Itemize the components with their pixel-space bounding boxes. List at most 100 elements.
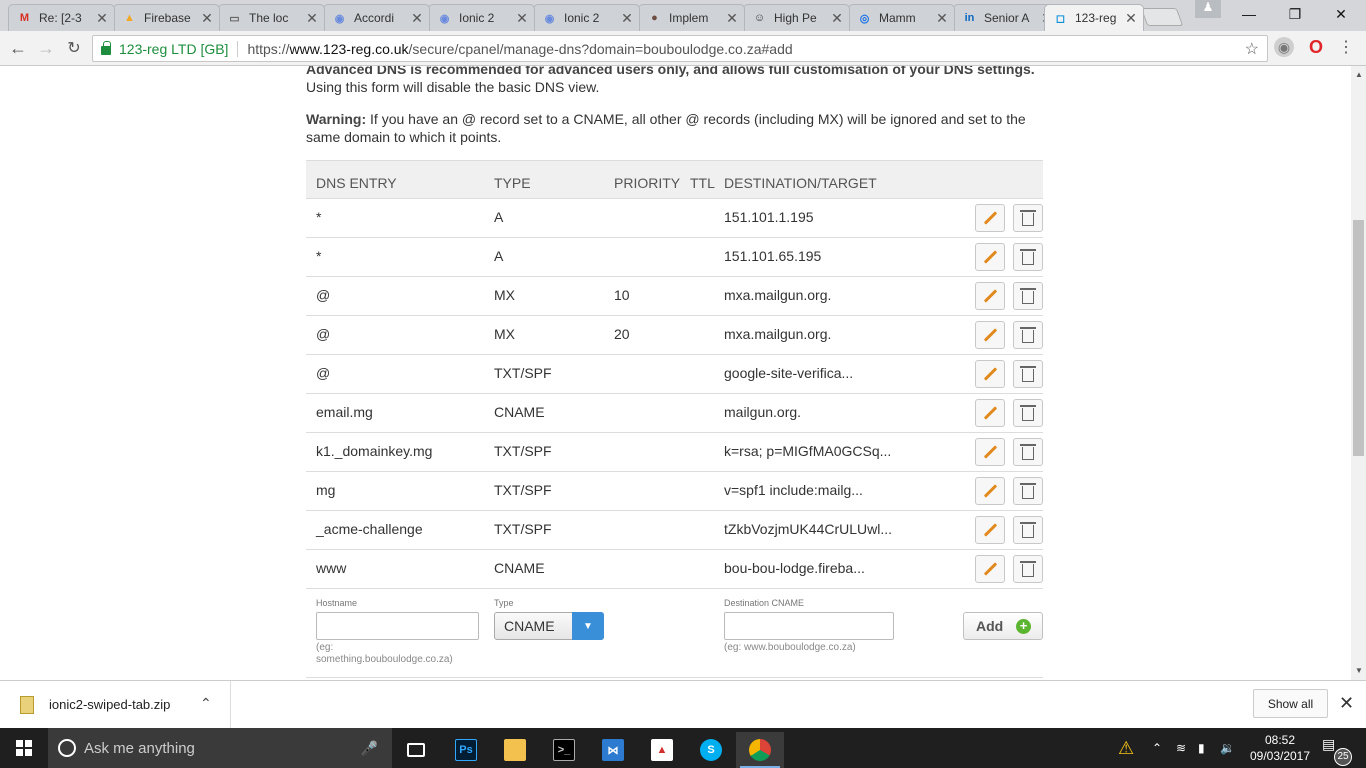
type-select[interactable]: CNAME ▼	[494, 612, 604, 640]
add-record-button[interactable]: Add +	[963, 612, 1043, 640]
cortana-search-box[interactable]: Ask me anything 🎤	[48, 728, 392, 768]
browser-tab[interactable]: ▲ Firebase ✕	[113, 4, 220, 31]
close-tab-icon[interactable]: ✕	[94, 10, 110, 27]
minimize-button[interactable]: —	[1226, 0, 1272, 28]
delete-record-button[interactable]	[1013, 282, 1043, 310]
address-bar[interactable]: 123-reg LTD [GB] https://www.123-reg.co.…	[92, 35, 1268, 62]
chrome-icon[interactable]	[736, 732, 784, 768]
table-row: @ MX 20 mxa.mailgun.org.	[306, 316, 1043, 355]
hostname-input[interactable]	[316, 612, 479, 640]
scrollbar-thumb[interactable]	[1353, 220, 1364, 456]
pdf-reader-icon[interactable]: ▲	[638, 732, 686, 768]
browser-tab[interactable]: ◉ Accordi ✕	[323, 4, 430, 31]
file-explorer-icon[interactable]	[491, 732, 539, 768]
browser-tab[interactable]: ◉ Ionic 2 ✕	[533, 4, 640, 31]
delete-record-button[interactable]	[1013, 360, 1043, 388]
scroll-up-icon[interactable]: ▲	[1355, 70, 1363, 79]
system-clock[interactable]: 08:52 09/03/2017	[1248, 732, 1312, 764]
edit-record-button[interactable]	[975, 399, 1005, 427]
browser-tab[interactable]: ☺ High Pe ✕	[743, 4, 850, 31]
opera-extension-icon[interactable]: O	[1306, 37, 1326, 57]
delete-record-button[interactable]	[1013, 477, 1043, 505]
battery-icon[interactable]: ▮	[1198, 728, 1205, 768]
edit-record-button[interactable]	[975, 282, 1005, 310]
skype-icon[interactable]: S	[687, 732, 735, 768]
row-type: TXT/SPF	[494, 482, 552, 498]
show-all-button[interactable]: Show all	[1253, 689, 1328, 718]
new-tab-button[interactable]	[1140, 8, 1184, 26]
close-tab-icon[interactable]: ✕	[1123, 10, 1139, 27]
destination-input[interactable]	[724, 612, 894, 640]
scroll-down-icon[interactable]: ▼	[1355, 666, 1363, 675]
close-tab-icon[interactable]: ✕	[409, 10, 425, 27]
warning-tray-icon[interactable]: ⚠	[1118, 728, 1134, 768]
row-dns-entry: *	[316, 248, 322, 264]
forward-icon[interactable]: →	[34, 36, 58, 60]
close-tab-icon[interactable]: ✕	[724, 10, 740, 27]
reload-icon[interactable]: ↻	[62, 36, 86, 60]
browser-tab[interactable]: ▭ The loc ✕	[218, 4, 325, 31]
browser-tab[interactable]: ◻ 123-reg ✕	[1044, 4, 1144, 31]
edit-record-button[interactable]	[975, 360, 1005, 388]
destination-label: Destination CNAME	[724, 598, 805, 608]
delete-record-button[interactable]	[1013, 438, 1043, 466]
row-dns-entry: mg	[316, 482, 336, 498]
close-tab-icon[interactable]: ✕	[934, 10, 950, 27]
command-prompt-icon[interactable]: >_	[540, 732, 588, 768]
row-type: MX	[494, 326, 515, 342]
row-dns-entry: *	[316, 209, 322, 225]
wifi-icon[interactable]: ≋	[1176, 728, 1186, 768]
trash-icon	[1020, 327, 1036, 343]
row-type: MX	[494, 287, 515, 303]
edit-record-button[interactable]	[975, 243, 1005, 271]
start-button[interactable]	[0, 728, 48, 768]
back-icon[interactable]: ←	[6, 36, 30, 60]
chrome-menu-icon[interactable]: ⋮	[1336, 37, 1356, 57]
table-body: * A 151.101.1.195 * A 151.101.65.195 @ MX 10 mxa.…	[306, 199, 1043, 589]
intro-text: Advanced DNS is recommended for advanced…	[306, 66, 1035, 95]
close-tab-icon[interactable]: ✕	[829, 10, 845, 27]
photoshop-icon[interactable]: Ps	[442, 732, 490, 768]
extension-globe-icon[interactable]: ◉	[1274, 37, 1294, 57]
delete-record-button[interactable]	[1013, 321, 1043, 349]
delete-record-button[interactable]	[1013, 204, 1043, 232]
edit-record-button[interactable]	[975, 477, 1005, 505]
maximize-button[interactable]: ❐	[1272, 0, 1318, 28]
edit-record-button[interactable]	[975, 438, 1005, 466]
delete-record-button[interactable]	[1013, 243, 1043, 271]
chevron-down-icon: ▼	[572, 612, 604, 640]
close-window-button[interactable]: ✕	[1318, 0, 1364, 28]
close-tab-icon[interactable]: ✕	[619, 10, 635, 27]
url-text: https://www.123-reg.co.uk/secure/cpanel/…	[247, 40, 793, 57]
browser-tab[interactable]: ◎ Mamm ✕	[848, 4, 955, 31]
browser-tab[interactable]: M Re: [2-3 ✕	[8, 4, 115, 31]
bookmark-star-icon[interactable]: ☆	[1245, 39, 1259, 59]
edit-record-button[interactable]	[975, 204, 1005, 232]
delete-record-button[interactable]	[1013, 399, 1043, 427]
delete-record-button[interactable]	[1013, 516, 1043, 544]
close-tab-icon[interactable]: ✕	[514, 10, 530, 27]
close-tab-icon[interactable]: ✕	[199, 10, 215, 27]
browser-tab[interactable]: ◉ Ionic 2 ✕	[428, 4, 535, 31]
header-destination: DESTINATION/TARGET	[724, 175, 877, 191]
chevron-up-tray-icon[interactable]: ⌃	[1152, 728, 1162, 768]
browser-tab[interactable]: ● Implem ✕	[638, 4, 745, 31]
gmail-icon: M	[19, 12, 30, 24]
close-downloads-icon[interactable]: ✕	[1339, 693, 1354, 714]
user-profile-button[interactable]: ♟	[1195, 0, 1221, 18]
task-view-icon[interactable]	[392, 732, 440, 768]
visual-studio-code-icon[interactable]: ⋈	[589, 732, 637, 768]
delete-record-button[interactable]	[1013, 555, 1043, 583]
chevron-up-icon[interactable]: ⌃	[200, 695, 212, 712]
microphone-icon[interactable]: 🎤	[361, 740, 378, 757]
plus-circle-icon: +	[1016, 619, 1031, 634]
edit-record-button[interactable]	[975, 555, 1005, 583]
row-destination: 151.101.65.195	[724, 248, 822, 264]
edit-record-button[interactable]	[975, 516, 1005, 544]
close-tab-icon[interactable]: ✕	[304, 10, 320, 27]
action-center-icon[interactable]: ▤ 25	[1322, 736, 1352, 766]
volume-icon[interactable]: 🔉	[1220, 728, 1235, 768]
page-scrollbar[interactable]: ▲ ▼	[1351, 66, 1366, 680]
download-item[interactable]: ionic2-swiped-tab.zip ⌃	[0, 681, 231, 728]
edit-record-button[interactable]	[975, 321, 1005, 349]
